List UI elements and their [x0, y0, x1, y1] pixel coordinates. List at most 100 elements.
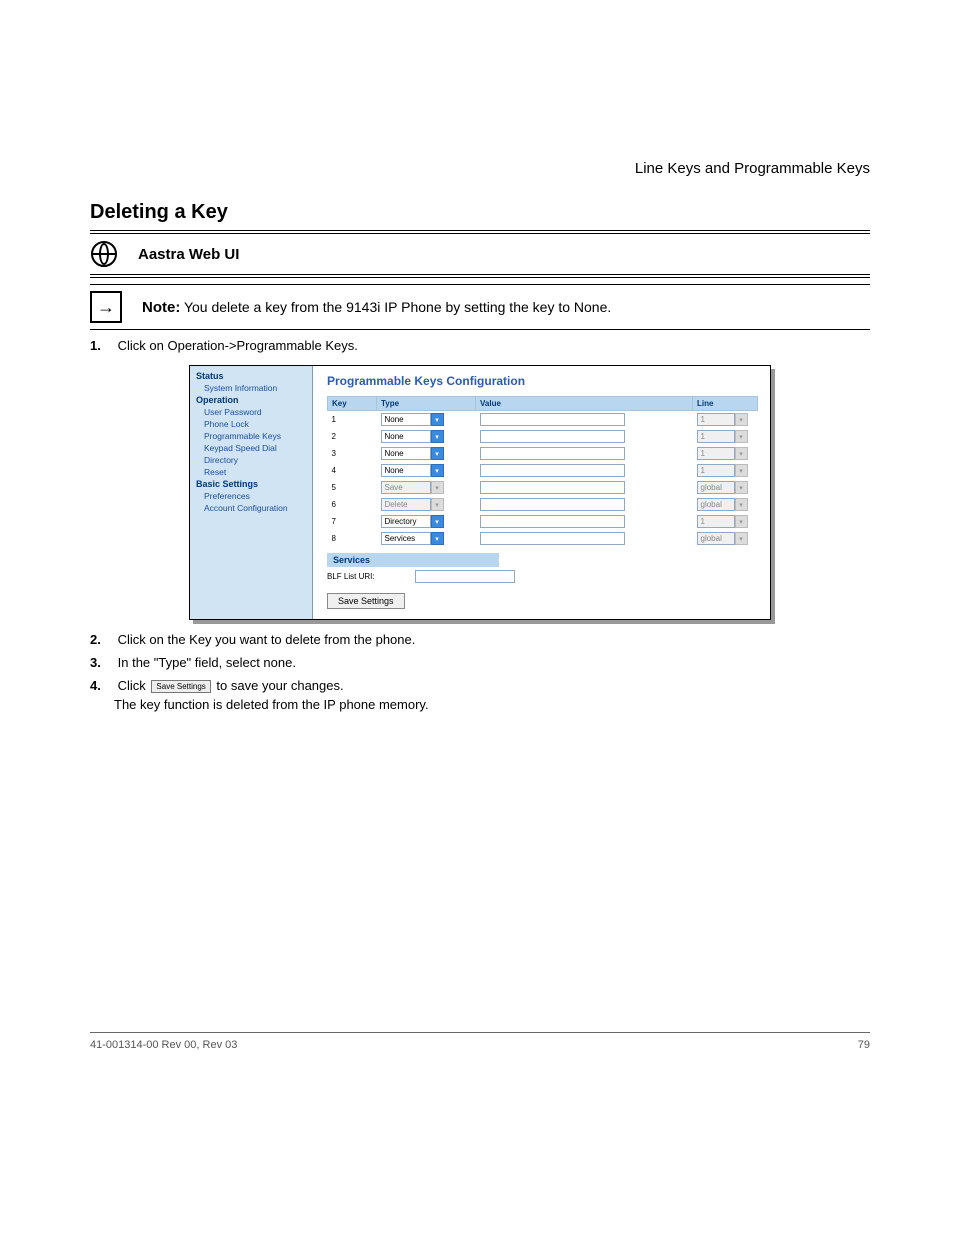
screenshot-panel: StatusSystem InformationOperationUser Pa…: [189, 365, 771, 620]
services-header: Services: [327, 553, 499, 567]
cell-key: 8: [328, 530, 377, 547]
type-select: Save: [381, 481, 431, 494]
page-header: Line Keys and Programmable Keys: [90, 160, 870, 177]
value-input[interactable]: [480, 413, 625, 426]
value-input[interactable]: [480, 532, 625, 545]
chevron-down-icon[interactable]: ▾: [431, 515, 444, 528]
cell-value: [476, 530, 693, 547]
col-key: Key: [328, 397, 377, 411]
note-text: Note: You delete a key from the 9143i IP…: [142, 299, 611, 316]
table-row: 1None▾1▾: [328, 411, 758, 429]
cell-value: [476, 462, 693, 479]
save-settings-icon: Save Settings: [151, 680, 210, 693]
sidebar: StatusSystem InformationOperationUser Pa…: [190, 366, 313, 619]
cell-line: 1▾: [693, 411, 758, 429]
cell-key: 6: [328, 496, 377, 513]
cell-line: 1▾: [693, 428, 758, 445]
chevron-down-icon: ▾: [735, 498, 748, 511]
value-input[interactable]: [480, 481, 625, 494]
footer-right: 79: [858, 1039, 870, 1051]
divider: [90, 230, 870, 234]
divider: [90, 329, 870, 330]
cell-line: 1▾: [693, 513, 758, 530]
sidebar-group: Status: [190, 370, 312, 382]
type-select[interactable]: None: [381, 413, 431, 426]
chevron-down-icon[interactable]: ▾: [431, 413, 444, 426]
chevron-down-icon: ▾: [735, 532, 748, 545]
value-input[interactable]: [480, 515, 625, 528]
section-heading: Deleting a Key: [90, 201, 870, 224]
cell-value: [476, 428, 693, 445]
sidebar-item[interactable]: Phone Lock: [190, 418, 312, 430]
sidebar-item[interactable]: Programmable Keys: [190, 430, 312, 442]
chevron-down-icon[interactable]: ▾: [431, 532, 444, 545]
cell-value: [476, 513, 693, 530]
sidebar-item[interactable]: Reset: [190, 466, 312, 478]
cell-type: Save▾: [377, 479, 476, 496]
sidebar-item[interactable]: Keypad Speed Dial: [190, 442, 312, 454]
cell-type: Services▾: [377, 530, 476, 547]
chevron-down-icon[interactable]: ▾: [431, 430, 444, 443]
footer-left: 41-001314-00 Rev 00, Rev 03: [90, 1039, 237, 1051]
sidebar-item[interactable]: Preferences: [190, 490, 312, 502]
type-select[interactable]: Services: [381, 532, 431, 545]
chevron-down-icon: ▾: [735, 447, 748, 460]
chevron-down-icon[interactable]: ▾: [431, 447, 444, 460]
type-select[interactable]: None: [381, 430, 431, 443]
line-select: global: [697, 498, 735, 511]
divider: [90, 274, 870, 278]
value-input[interactable]: [480, 498, 625, 511]
sidebar-item[interactable]: Account Configuration: [190, 502, 312, 514]
blf-input[interactable]: [415, 570, 515, 583]
chevron-down-icon: ▾: [735, 464, 748, 477]
step-number: 3.: [90, 655, 114, 670]
step-text: In the "Type" field, select none.: [118, 655, 296, 670]
value-input[interactable]: [480, 464, 625, 477]
step-extra: The key function is deleted from the IP …: [114, 697, 870, 712]
type-select[interactable]: None: [381, 447, 431, 460]
cell-key: 1: [328, 411, 377, 429]
cell-type: None▾: [377, 462, 476, 479]
cell-value: [476, 411, 693, 429]
cell-key: 3: [328, 445, 377, 462]
cell-key: 7: [328, 513, 377, 530]
cell-line: global▾: [693, 496, 758, 513]
cell-line: global▾: [693, 530, 758, 547]
line-select: 1: [697, 430, 735, 443]
col-type: Type: [377, 397, 476, 411]
value-input[interactable]: [480, 447, 625, 460]
save-settings-button[interactable]: Save Settings: [327, 593, 405, 609]
panel-title: Programmable Keys Configuration: [327, 374, 758, 388]
cell-type: Delete▾: [377, 496, 476, 513]
sidebar-item[interactable]: Directory: [190, 454, 312, 466]
table-row: 3None▾1▾: [328, 445, 758, 462]
line-select: 1: [697, 464, 735, 477]
cell-type: Directory▾: [377, 513, 476, 530]
chevron-down-icon: ▾: [735, 515, 748, 528]
chevron-down-icon: ▾: [735, 430, 748, 443]
col-line: Line: [693, 397, 758, 411]
line-select: global: [697, 481, 735, 494]
chevron-down-icon[interactable]: ▾: [431, 464, 444, 477]
type-select[interactable]: Directory: [381, 515, 431, 528]
cell-key: 2: [328, 428, 377, 445]
cell-key: 4: [328, 462, 377, 479]
table-row: 4None▾1▾: [328, 462, 758, 479]
cell-value: [476, 496, 693, 513]
cell-type: None▾: [377, 411, 476, 429]
chevron-down-icon: ▾: [735, 481, 748, 494]
step-text-suffix: to save your changes.: [216, 678, 343, 693]
col-value: Value: [476, 397, 693, 411]
value-input[interactable]: [480, 430, 625, 443]
cell-type: None▾: [377, 428, 476, 445]
cell-line: global▾: [693, 479, 758, 496]
sidebar-item[interactable]: User Password: [190, 406, 312, 418]
sidebar-group: Operation: [190, 394, 312, 406]
sidebar-item[interactable]: System Information: [190, 382, 312, 394]
step-number: 2.: [90, 632, 114, 647]
type-select[interactable]: None: [381, 464, 431, 477]
arrow-right-icon: →: [90, 291, 122, 323]
step-number: 4.: [90, 678, 114, 693]
step-text-prefix: Click: [118, 678, 146, 693]
line-select: 1: [697, 515, 735, 528]
